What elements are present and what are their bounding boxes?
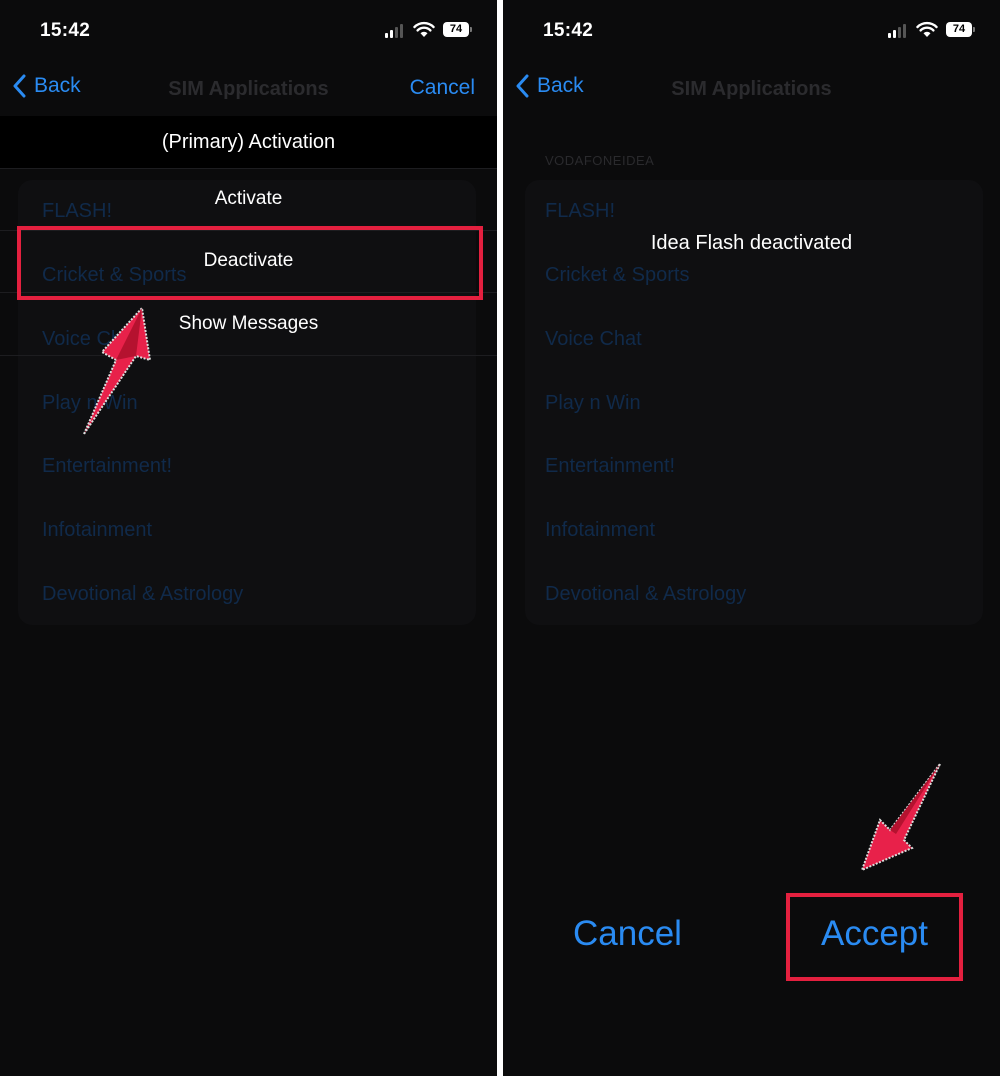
section-header: VODAFONEIDEA <box>545 153 655 168</box>
back-button[interactable]: Back <box>12 74 81 98</box>
list-item[interactable]: Infotainment <box>42 519 152 542</box>
status-bar: 15:42 74 <box>503 0 1000 60</box>
action-sheet-title: (Primary) Activation <box>0 116 497 169</box>
list-item[interactable]: Entertainment! <box>42 455 172 478</box>
cancel-button[interactable]: Cancel <box>410 76 475 100</box>
status-time: 15:42 <box>40 20 91 41</box>
wifi-icon <box>413 21 435 37</box>
navigation-bar: Back SIM Applications Cancel <box>0 68 497 112</box>
back-label: Back <box>34 74 81 97</box>
phone-screen-left: 15:42 74 Back SIM Applications Cancel FL… <box>0 0 497 1076</box>
activate-option[interactable]: Activate <box>0 168 497 231</box>
pointer-arrow-icon <box>860 763 941 872</box>
list-item[interactable]: Devotional & Astrology <box>545 583 746 606</box>
cellular-signal-icon <box>385 22 407 38</box>
dialog-message: Idea Flash deactivated <box>650 232 853 254</box>
list-item[interactable]: Infotainment <box>545 519 655 542</box>
status-bar: 15:42 74 <box>0 0 497 60</box>
back-label: Back <box>537 74 584 97</box>
list-item[interactable]: Devotional & Astrology <box>42 583 243 606</box>
phone-screen-right: 15:42 74 Back SIM Applications VODAFONEI… <box>503 0 1000 1076</box>
navigation-bar: Back SIM Applications <box>503 68 1000 112</box>
list-item[interactable]: Play n Win <box>545 392 641 415</box>
wifi-icon <box>916 21 938 37</box>
cellular-signal-icon <box>888 22 910 38</box>
highlight-box <box>17 226 483 300</box>
list-item[interactable]: FLASH! <box>545 200 615 223</box>
list-item[interactable]: Voice Chat <box>545 328 642 351</box>
highlight-box <box>786 893 963 981</box>
list-item[interactable]: Cricket & Sports <box>545 264 689 287</box>
battery-icon: 74 <box>443 22 472 37</box>
battery-icon: 74 <box>946 22 975 37</box>
dialog-cancel-button[interactable]: Cancel <box>573 914 682 954</box>
list-item[interactable]: Entertainment! <box>545 455 675 478</box>
chevron-left-icon <box>516 74 529 98</box>
chevron-left-icon <box>13 74 26 98</box>
pointer-arrow-icon <box>83 305 152 435</box>
back-button[interactable]: Back <box>515 74 584 98</box>
status-time: 15:42 <box>543 20 594 41</box>
